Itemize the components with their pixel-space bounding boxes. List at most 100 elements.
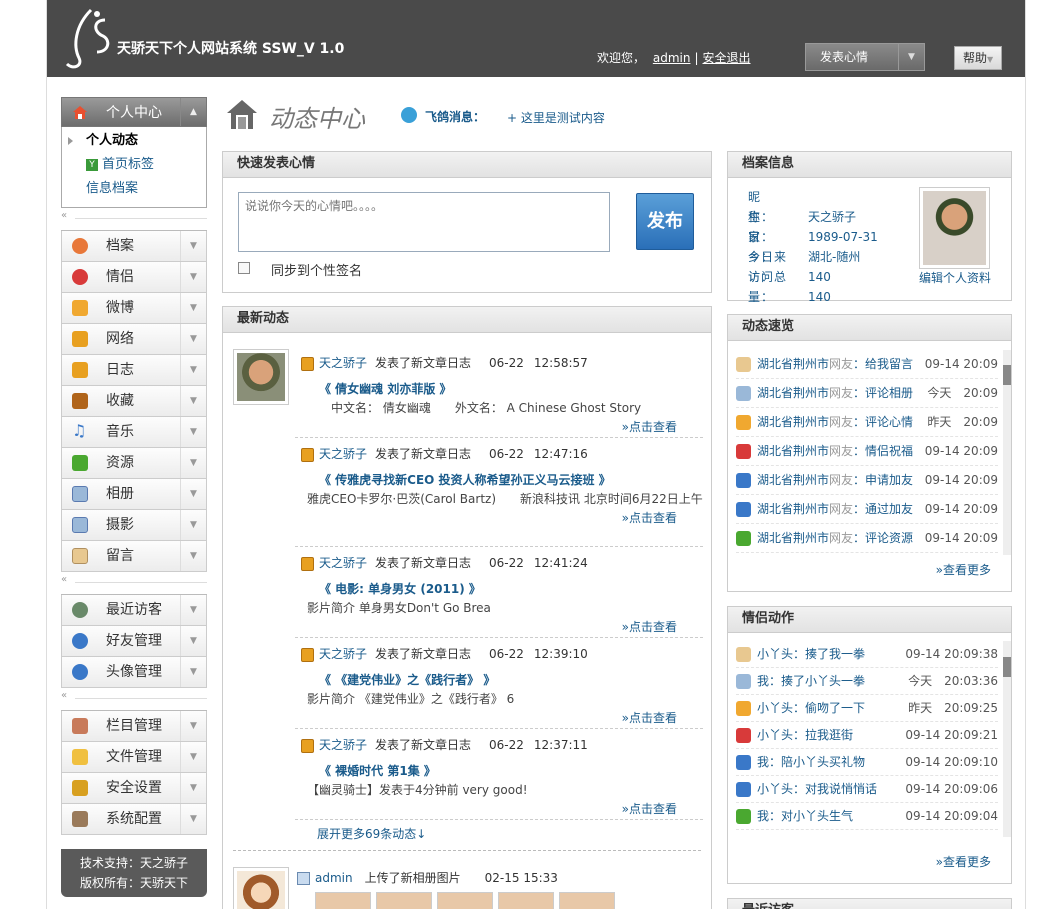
nav-home-tags[interactable]: Y 首页标签 — [62, 153, 206, 177]
scrollbar[interactable] — [1003, 350, 1011, 555]
couple-row[interactable]: 小丫头：偷吻了一下 昨天 20:09:25 — [736, 695, 998, 722]
feed-title-link[interactable]: 《 传雅虎寻找新CEO 投资人称希望孙正义马云接班 》 — [301, 470, 703, 490]
feed-author[interactable]: 天之骄子 — [319, 738, 367, 752]
view-more-link[interactable]: »查看更多 — [936, 561, 991, 578]
divider[interactable] — [61, 572, 207, 594]
feed-title-link[interactable]: 《 倩女幽魂 刘亦菲版 》 — [301, 379, 703, 399]
menu-item-files[interactable]: 文件管理 ▼ — [61, 742, 207, 773]
activity-row[interactable]: 湖北省荆州市网友：申请加友 09-14 20:09 — [736, 466, 998, 495]
couple-action[interactable]: 我：陪小丫头买礼物 — [757, 755, 865, 769]
nav-personal-feed[interactable]: 个人动态 — [62, 129, 206, 153]
divider[interactable] — [61, 688, 207, 710]
couple-row[interactable]: 我：对小丫头生气 09-14 20:09:04 — [736, 803, 998, 830]
feed-author[interactable]: 天之骄子 — [319, 447, 367, 461]
activity-location[interactable]: 湖北省荆州市 — [757, 386, 829, 400]
couple-action[interactable]: 小丫头：对我说悄悄话 — [757, 782, 877, 796]
couple-row[interactable]: 我：揍了小丫头一拳 今天 20:03:36 — [736, 668, 998, 695]
activity-row[interactable]: 湖北省荆州市网友：情侣祝福 09-14 20:09 — [736, 437, 998, 466]
feed-more-link[interactable]: »点击查看 — [301, 508, 703, 528]
couple-action[interactable]: 我：对小丫头生气 — [757, 809, 853, 823]
chevron-down-icon[interactable]: ▼ — [898, 44, 924, 70]
activity-location[interactable]: 湖北省荆州市 — [757, 502, 829, 516]
site-logo[interactable] — [65, 6, 113, 72]
avatar[interactable] — [233, 349, 289, 405]
collapse-icon[interactable]: ▲ — [180, 98, 206, 126]
avatar[interactable] — [233, 867, 289, 909]
feed-author[interactable]: 天之骄子 — [319, 356, 367, 370]
feed-title-link[interactable]: 《 裸婚时代 第1集 》 — [301, 761, 703, 781]
activity-row[interactable]: 湖北省荆州市网友：评论相册 今天 20:09 — [736, 379, 998, 408]
view-more-link[interactable]: »查看更多 — [936, 853, 991, 870]
activity-location[interactable]: 湖北省荆州市 — [757, 415, 829, 429]
recent-visitors-panel: 最近访客 — [727, 898, 1012, 909]
couple-action[interactable]: 小丫头：揍了我一拳 — [757, 647, 865, 661]
thumbnail[interactable] — [437, 892, 493, 909]
menu-item-recent-visitors[interactable]: 最近访客 ▼ — [61, 595, 207, 626]
menu-item-columns[interactable]: 栏目管理 ▼ — [61, 711, 207, 742]
feed-more-link[interactable]: »点击查看 — [301, 708, 703, 728]
menu-item-archive[interactable]: 档案 ▼ — [61, 231, 207, 262]
star-icon — [72, 300, 88, 316]
menu-item-avatar[interactable]: 头像管理 ▼ — [61, 657, 207, 688]
activity-location[interactable]: 湖北省荆州市 — [757, 531, 829, 545]
mood-input[interactable] — [238, 192, 610, 252]
menu-item-weibo[interactable]: 微博 ▼ — [61, 293, 207, 324]
menu-item-photography[interactable]: 摄影 ▼ — [61, 510, 207, 541]
feed-summary: 影片简介 单身男女Don't Go Brea — [307, 601, 491, 615]
couple-action[interactable]: 小丫头：拉我逛街 — [757, 728, 853, 742]
edit-profile-link[interactable]: 编辑个人资料 — [919, 269, 991, 286]
scrollbar[interactable] — [1003, 641, 1011, 837]
publish-button[interactable]: 发布 — [636, 193, 694, 250]
activity-row[interactable]: 湖北省荆州市网友：评论资源 09-14 20:09 — [736, 524, 998, 553]
thumbnail[interactable] — [376, 892, 432, 909]
feed-title-link[interactable]: 《 《建党伟业》之《践行者》 》 — [301, 670, 703, 690]
feed-author[interactable]: admin — [315, 871, 353, 885]
thumbnail[interactable] — [315, 892, 371, 909]
menu-item-couple[interactable]: 情侣 ▼ — [61, 262, 207, 293]
menu-item-favorites[interactable]: 收藏 ▼ — [61, 386, 207, 417]
menu-item-network[interactable]: 网络 ▼ — [61, 324, 207, 355]
couple-action[interactable]: 我：揍了小丫头一拳 — [757, 674, 865, 688]
menu-item-resources[interactable]: 资源 ▼ — [61, 448, 207, 479]
menu-item-blog[interactable]: 日志 ▼ — [61, 355, 207, 386]
feed-more-link[interactable]: »点击查看 — [301, 417, 703, 437]
couple-row[interactable]: 小丫头：拉我逛街 09-14 20:09:21 — [736, 722, 998, 749]
feed-author[interactable]: 天之骄子 — [319, 556, 367, 570]
activity-row[interactable]: 湖北省荆州市网友：通过加友 09-14 20:09 — [736, 495, 998, 524]
couple-row[interactable]: 小丫头：对我说悄悄话 09-14 20:09:06 — [736, 776, 998, 803]
activity-location[interactable]: 湖北省荆州市 — [757, 357, 829, 371]
logout-link[interactable]: 安全退出 — [703, 51, 751, 65]
feed-title-link[interactable]: 《 电影: 单身男女 (2011) 》 — [301, 579, 703, 599]
menu-item-music[interactable]: ♫ 音乐 ▼ — [61, 417, 207, 448]
thumbnail[interactable] — [559, 892, 615, 909]
expand-more-link[interactable]: 展开更多69条动态↓ — [317, 825, 426, 842]
latest-feed-panel: 最新动态 天之骄子 发表了新文章日志 06-22 12:58:57 《 倩女幽魂 刘亦… — [222, 306, 712, 909]
activity-location[interactable]: 湖北省荆州市 — [757, 444, 829, 458]
nav-info-archive[interactable]: 信息档案 — [62, 177, 206, 201]
feed-more-link[interactable]: »点击查看 — [301, 799, 703, 819]
couple-row[interactable]: 小丫头：揍了我一拳 09-14 20:09:38 — [736, 641, 998, 668]
sync-signature-checkbox[interactable] — [238, 262, 250, 274]
menu-item-guestbook[interactable]: 留言 ▼ — [61, 541, 207, 572]
personal-center-header[interactable]: 个人中心 ▲ — [61, 97, 207, 127]
feed-author[interactable]: 天之骄子 — [319, 647, 367, 661]
activity-row[interactable]: 湖北省荆州市网友：评论心情 昨天 20:09 — [736, 408, 998, 437]
couple-row[interactable]: 我：陪小丫头买礼物 09-14 20:09:10 — [736, 749, 998, 776]
couple-action[interactable]: 小丫头：偷吻了一下 — [757, 701, 865, 715]
menu-item-friends[interactable]: 好友管理 ▼ — [61, 626, 207, 657]
menu-item-security[interactable]: 安全设置 ▼ — [61, 773, 207, 804]
activity-location[interactable]: 湖北省荆州市 — [757, 473, 829, 487]
scrollbar-thumb[interactable] — [1003, 657, 1011, 677]
help-button[interactable]: 帮助▼ — [954, 46, 1002, 70]
username-link[interactable]: admin — [653, 51, 691, 65]
activity-row[interactable]: 湖北省荆州市网友：给我留言 09-14 20:09 — [736, 350, 998, 379]
divider[interactable] — [61, 208, 207, 230]
scrollbar-thumb[interactable] — [1003, 365, 1011, 385]
menu-item-system[interactable]: 系统配置 ▼ — [61, 804, 207, 835]
feed-more-link[interactable]: »点击查看 — [301, 617, 703, 637]
post-mood-dropdown[interactable]: 发表心情 ▼ — [805, 43, 925, 71]
pigeon-message[interactable]: + 这里是测试内容 — [507, 109, 605, 126]
profile-photo[interactable] — [919, 187, 990, 269]
menu-item-album[interactable]: 相册 ▼ — [61, 479, 207, 510]
thumbnail[interactable] — [498, 892, 554, 909]
